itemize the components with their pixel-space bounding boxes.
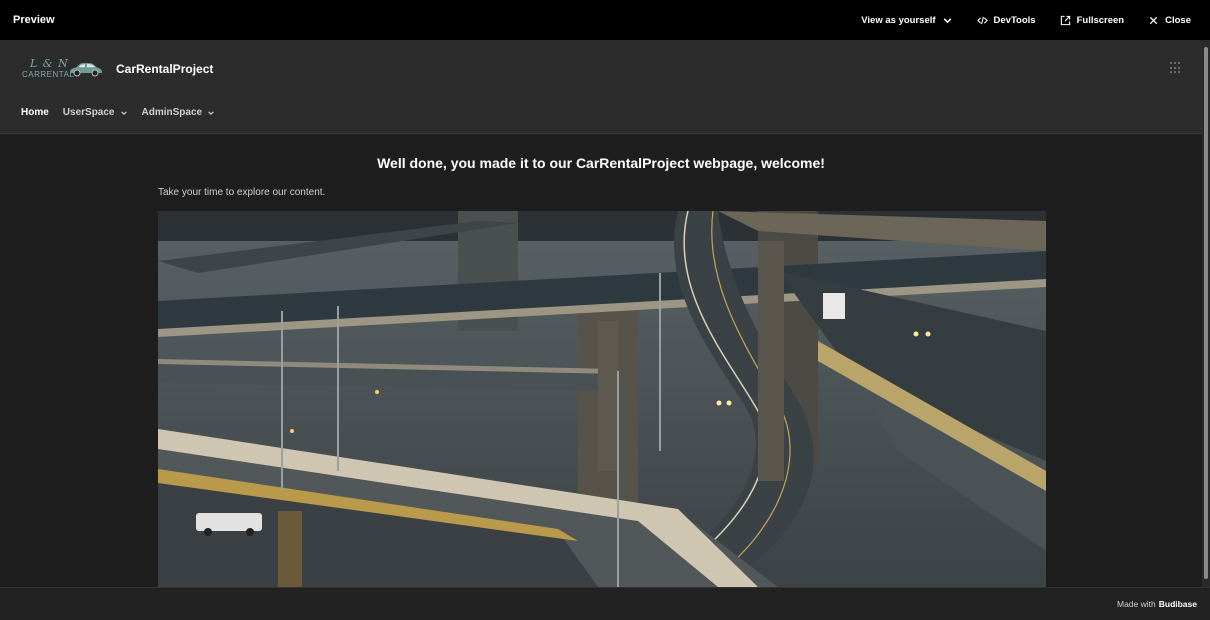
preview-title: Preview (13, 14, 55, 26)
chevron-down-icon (943, 17, 951, 23)
fullscreen-label: Fullscreen (1076, 14, 1125, 26)
preview-bar: Preview View as yourself DevTools Fullsc… (0, 0, 1210, 41)
app-preview-frame: L & N CARRENTAL CarRentalProject Home Us… (0, 41, 1202, 587)
close-label: Close (1165, 14, 1191, 26)
scrollbar[interactable] (1202, 41, 1210, 587)
app-logo: L & N CARRENTAL (22, 55, 106, 83)
external-link-icon (1060, 15, 1070, 25)
devtools-label: DevTools (993, 14, 1036, 26)
nav-item-label: AdminSpace (141, 107, 203, 118)
nav-item-adminspace[interactable]: AdminSpace (142, 107, 216, 118)
brand[interactable]: L & N CARRENTAL CarRentalProject (22, 55, 213, 83)
app-name: CarRentalProject (116, 62, 214, 76)
hero-image (158, 211, 1046, 587)
devtools-button[interactable]: DevTools (976, 14, 1036, 26)
logo-caption: CARRENTAL (22, 70, 75, 79)
close-icon (1149, 16, 1158, 24)
intro-paragraph: Take your time to explore our content. (158, 187, 326, 198)
footer-brand-link[interactable]: Budibase (1159, 599, 1197, 609)
nav-item-label: UserSpace (62, 107, 115, 118)
app-header: L & N CARRENTAL CarRentalProject Home Us… (0, 41, 1202, 134)
chevron-down-icon (120, 110, 127, 115)
car-icon (70, 62, 102, 77)
code-icon (976, 16, 988, 24)
nav-item-userspace[interactable]: UserSpace (63, 107, 128, 118)
view-as-label: View as yourself (861, 14, 936, 26)
footer: Made with Budibase (0, 587, 1210, 620)
main-nav: Home UserSpace AdminSpace (21, 107, 215, 118)
chevron-down-icon (208, 110, 214, 115)
fullscreen-button[interactable]: Fullscreen (1060, 14, 1125, 26)
logo-initials: L & N (30, 57, 69, 70)
page-heading: Well done, you made it to our CarRentalP… (377, 155, 825, 171)
view-as-dropdown[interactable]: View as yourself (861, 15, 952, 26)
nav-item-home[interactable]: Home (21, 107, 49, 118)
nav-item-label: Home (21, 107, 49, 118)
footer-prefix: Made with (1116, 599, 1156, 609)
preview-actions: View as yourself DevTools Fullscreen Clo… (861, 15, 1197, 26)
grid-menu-icon[interactable] (1170, 62, 1182, 74)
scrollbar-thumb[interactable] (1204, 47, 1208, 579)
close-button[interactable]: Close (1148, 15, 1191, 26)
